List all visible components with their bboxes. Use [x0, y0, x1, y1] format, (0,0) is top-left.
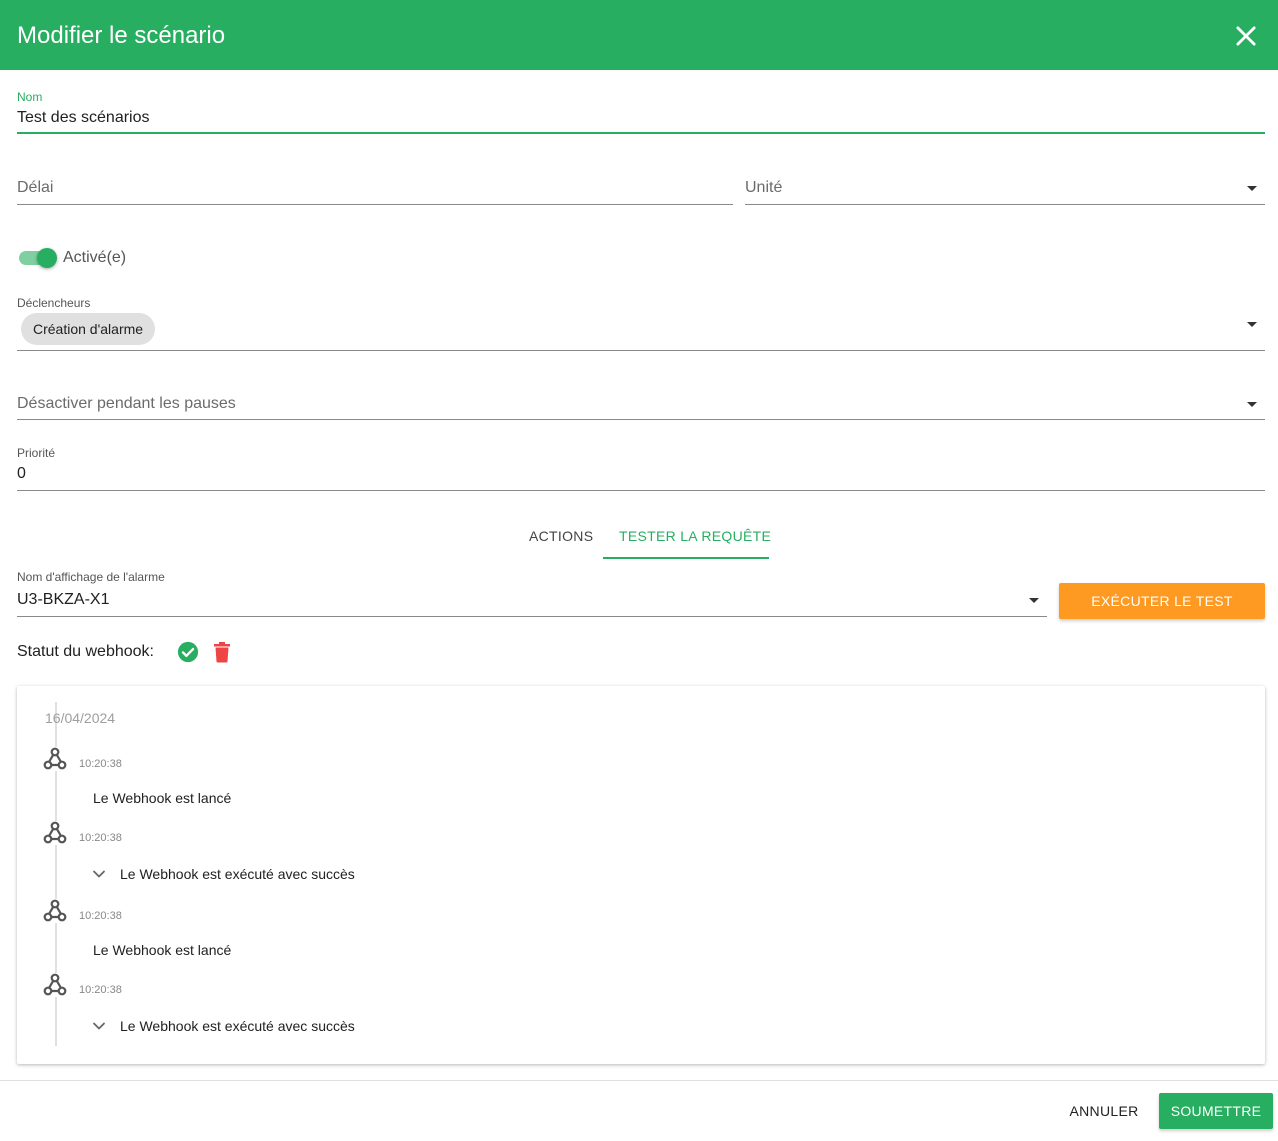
priority-field-underline [17, 490, 1265, 491]
enabled-toggle-label: Activé(e) [63, 249, 127, 266]
unit-select[interactable]: Unité [745, 179, 782, 197]
event-time: 10:20:38 [79, 832, 122, 844]
name-field[interactable]: Test des scénarios [17, 109, 150, 127]
alarm-name-select[interactable]: U3-BKZA-X1 [17, 591, 109, 609]
event-time: 10:20:38 [79, 758, 122, 770]
pauses-dropdown-arrow-icon[interactable] [1247, 402, 1257, 407]
webhook-icon [43, 973, 67, 997]
footer-divider [0, 1080, 1278, 1081]
event-message[interactable]: Le Webhook est exécuté avec succès [120, 866, 355, 882]
timeline-date: 16/04/2024 [45, 710, 116, 726]
tab-test-request[interactable]: TESTER LA REQUÊTE [619, 528, 771, 544]
priority-label: Priorité [17, 446, 56, 460]
webhook-icon [43, 821, 67, 845]
alarm-name-label: Nom d'affichage de l'alarme [17, 570, 165, 584]
priority-field[interactable]: 0 [17, 465, 26, 483]
tab-actions[interactable]: ACTIONS [529, 528, 593, 544]
dialog-title: Modifier le scénario [17, 22, 226, 49]
alarm-select-underline [17, 616, 1047, 617]
name-field-label: Nom [17, 90, 43, 104]
event-message: Le Webhook est lancé [93, 790, 232, 806]
event-message[interactable]: Le Webhook est exécuté avec succès [120, 1018, 355, 1034]
active-tab-indicator [603, 557, 769, 559]
webhook-icon [43, 747, 67, 771]
edit-scenario-dialog: Modifier le scénario Nom Test des scénar… [0, 0, 1278, 1141]
delay-field-underline [17, 204, 733, 205]
chevron-down-icon[interactable] [92, 1019, 106, 1033]
webhook-icon [43, 899, 67, 923]
delete-icon[interactable] [213, 641, 231, 663]
enabled-toggle-knob[interactable] [37, 248, 57, 268]
delay-field[interactable]: Délai [17, 179, 53, 197]
pauses-select-underline [17, 419, 1265, 420]
unit-select-underline [745, 204, 1265, 205]
name-field-underline [17, 132, 1265, 134]
check-circle-icon [177, 641, 199, 663]
cancel-button[interactable]: ANNULER [1062, 1093, 1146, 1129]
event-message: Le Webhook est lancé [93, 942, 232, 958]
alarm-dropdown-arrow-icon[interactable] [1029, 598, 1039, 603]
dialog-header: Modifier le scénario [0, 0, 1278, 70]
run-test-button[interactable]: EXÉCUTER LE TEST [1059, 583, 1265, 619]
event-time: 10:20:38 [79, 984, 122, 996]
disable-during-pauses-select[interactable]: Désactiver pendant les pauses [17, 395, 236, 413]
trigger-chip[interactable]: Création d'alarme [21, 313, 156, 345]
close-icon[interactable] [1232, 22, 1260, 50]
triggers-select-underline [17, 350, 1265, 351]
triggers-dropdown-arrow-icon[interactable] [1247, 322, 1257, 327]
chevron-down-icon[interactable] [92, 867, 106, 881]
triggers-label: Déclencheurs [17, 296, 91, 310]
webhook-status-label: Statut du webhook: [17, 643, 154, 660]
event-time: 10:20:38 [79, 910, 122, 922]
unit-dropdown-arrow-icon[interactable] [1247, 186, 1257, 191]
submit-button[interactable]: SOUMETTRE [1159, 1093, 1273, 1129]
